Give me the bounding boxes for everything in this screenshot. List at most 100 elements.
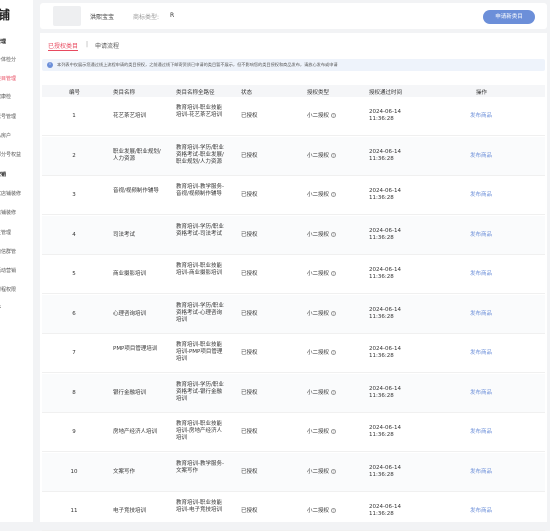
tab-application-process[interactable]: 申请流程 bbox=[95, 41, 119, 50]
table-row: 4 司法考试 教育培训-学历/职业资格考试-司法考试 已授权 小二授权? 2024-06-… bbox=[42, 215, 545, 255]
sidebar-item[interactable]: 健康检 bbox=[0, 93, 11, 100]
table-row: 5 商业摄影培训 教育培训-职业技能培训-商业摄影培训 已授权 小二授权? 2024-06… bbox=[42, 255, 545, 294]
auth-type-label: 小二授权 bbox=[307, 468, 330, 475]
cell-category-path: 教育培训-学历/职业资格考试-职业发展/职业规划/人力资源 bbox=[176, 144, 224, 165]
shop-name: 洪熙宝宝 bbox=[90, 14, 115, 21]
cell-status: 已授权 bbox=[241, 271, 258, 277]
help-icon[interactable]: ? bbox=[331, 389, 337, 395]
auth-type-label: 小二授权 bbox=[307, 310, 330, 317]
publish-product-link[interactable]: 发布商品 bbox=[470, 311, 492, 318]
cell-name: 电子竞技培训 bbox=[113, 508, 147, 514]
help-icon[interactable]: ? bbox=[331, 468, 337, 474]
cell-status: 已授权 bbox=[241, 152, 258, 159]
cell-status: 已授权 bbox=[241, 429, 258, 435]
sidebar-item[interactable]: 店铺装修 bbox=[0, 209, 16, 216]
publish-product-link[interactable]: 发布商品 bbox=[470, 153, 492, 160]
cell-id: 9 bbox=[72, 429, 76, 435]
sidebar-item[interactable]: 营销 bbox=[0, 171, 6, 178]
cell-auth-type: 小二授权? bbox=[307, 192, 337, 199]
apply-new-category-button[interactable]: 申请新类目 bbox=[483, 10, 535, 24]
sidebar-item[interactable]: 优店铺装修 bbox=[0, 190, 21, 197]
cell-auth-type: 小二授权? bbox=[307, 429, 337, 436]
cell-auth-type: 小二授权? bbox=[307, 508, 337, 515]
cell-id: 7 bbox=[72, 350, 76, 356]
cell-auth-time: 2024-06-14 11:36:28 bbox=[369, 425, 401, 438]
help-icon[interactable]: ? bbox=[331, 192, 337, 197]
cell-name: PMP项目管理培训 bbox=[113, 346, 158, 352]
auth-type-label: 小二授权 bbox=[307, 113, 330, 119]
cell-status: 已授权 bbox=[241, 508, 258, 514]
header-auth-type: 授权类型 bbox=[307, 90, 330, 96]
cell-category-path: 教育培训-教学服务-音视/视频制作辅导 bbox=[176, 184, 224, 197]
publish-product-link[interactable]: 发布商品 bbox=[470, 390, 492, 397]
sidebar-item[interactable]: 活动营销 bbox=[0, 267, 16, 274]
help-icon[interactable]: ? bbox=[331, 429, 337, 434]
cell-status: 已授权 bbox=[241, 350, 258, 356]
publish-product-link[interactable]: 发布商品 bbox=[470, 469, 492, 476]
help-icon[interactable]: ? bbox=[331, 152, 337, 158]
publish-product-link[interactable]: 发布商品 bbox=[470, 350, 492, 357]
cell-status: 已授权 bbox=[241, 231, 258, 238]
sidebar-logo: 铺 bbox=[0, 8, 11, 22]
cell-auth-time: 2024-06-14 11:36:28 bbox=[369, 464, 401, 478]
cell-id: 6 bbox=[72, 310, 76, 317]
cell-id: 10 bbox=[70, 468, 78, 475]
sidebar-item[interactable]: 私房户 bbox=[0, 132, 11, 139]
active-tab-underline bbox=[48, 50, 78, 51]
auth-type-label: 小二授权 bbox=[307, 271, 330, 277]
notice-banner: i 本列表中仅展示您通过线上流程申请的类目授权，之前通过线下邮寄资质已申请的类目… bbox=[42, 59, 545, 71]
cell-auth-type: 小二授权? bbox=[307, 389, 337, 397]
header-category-path: 类目名称全路径 bbox=[176, 90, 215, 96]
help-icon[interactable]: ? bbox=[331, 350, 337, 355]
sidebar-item[interactable]: 类目管理 bbox=[0, 75, 16, 82]
sidebar-item[interactable]: 课程权限 bbox=[0, 286, 16, 293]
sidebar-item[interactable]: 部分号权益 bbox=[0, 151, 21, 158]
help-icon[interactable]: ? bbox=[331, 508, 337, 513]
header-auth-time: 授权通过时间 bbox=[369, 90, 403, 96]
help-icon[interactable]: ? bbox=[331, 113, 337, 118]
sidebar-item[interactable]: 主管理 bbox=[0, 229, 11, 236]
cell-category-path: 教育培训-学历/职业资格考试-司法考试 bbox=[176, 223, 224, 237]
sidebar-item[interactable]: 等 bbox=[0, 304, 1, 311]
publish-product-link[interactable]: 发布商品 bbox=[470, 232, 492, 239]
cell-auth-type: 小二授权? bbox=[307, 271, 337, 278]
table-row: 6 心理咨询培训 教育培训-学历/职业资格考试-心理咨询培训 已授权 小二授权? 2024… bbox=[42, 294, 545, 334]
table-row: 7 PMP项目管理培训 教育培训-职业技能培训-PMP项目管理培训 已授权 小二授权? 2… bbox=[42, 334, 545, 373]
cell-auth-type: 小二授权? bbox=[307, 152, 337, 160]
cell-id: 5 bbox=[72, 271, 76, 277]
info-icon: i bbox=[47, 62, 53, 68]
sidebar-item[interactable]: 微信群管 bbox=[0, 248, 16, 255]
help-icon[interactable]: ? bbox=[331, 271, 337, 276]
table-row: 11 电子竞技培训 教育培训-职业技能培训-电子竞技培训 已授权 小二授权? 2024-0… bbox=[42, 492, 545, 531]
publish-product-link[interactable]: 发布商品 bbox=[470, 271, 492, 278]
sidebar-item[interactable]: 管理 bbox=[0, 38, 6, 45]
table-row: 3 音视/视频制作辅导 教育培训-教学服务-音视/视频制作辅导 已授权 小二授权? 202… bbox=[42, 176, 545, 215]
table-row: 9 房地产经济人培训 教育培训-职业技能培训-房地产经济人培训 已授权 小二授权? 202… bbox=[42, 413, 545, 452]
publish-product-link[interactable]: 发布商品 bbox=[470, 429, 492, 436]
header-name: 类目名称 bbox=[113, 90, 136, 96]
publish-product-link[interactable]: 发布商品 bbox=[470, 508, 492, 515]
cell-auth-time: 2024-06-14 11:36:28 bbox=[369, 504, 401, 517]
cell-category-path: 教育培训-教学服务-文案写作 bbox=[176, 460, 224, 474]
help-icon[interactable]: ? bbox=[331, 231, 337, 237]
tab-authorized-categories[interactable]: 已授权类目 bbox=[48, 41, 78, 50]
cell-status: 已授权 bbox=[241, 468, 258, 475]
publish-product-link[interactable]: 发布商品 bbox=[470, 192, 492, 199]
cell-name: 花艺茶艺培训 bbox=[113, 113, 147, 119]
cell-id: 3 bbox=[72, 192, 76, 198]
help-icon[interactable]: ? bbox=[331, 310, 337, 316]
cell-category-path: 教育培训-学历/职业资格考试-心理咨询培训 bbox=[176, 302, 224, 323]
cell-id: 2 bbox=[72, 152, 76, 159]
sidebar-item[interactable]: 账号管理 bbox=[0, 113, 16, 120]
cell-auth-type: 小二授权? bbox=[307, 310, 337, 318]
cell-category-path: 教育培训-职业技能培训-花艺茶艺培训 bbox=[176, 105, 222, 118]
cell-name: 房地产经济人培训 bbox=[113, 429, 158, 435]
cell-category-path: 教育培训-职业技能培训-电子竞技培训 bbox=[176, 500, 222, 513]
cell-auth-time: 2024-06-14 11:36:28 bbox=[369, 188, 401, 201]
cell-category-path: 教育培训-职业技能培训-商业摄影培训 bbox=[176, 263, 222, 276]
brand-type-value: R bbox=[170, 12, 175, 19]
cell-auth-type: 小二授权? bbox=[307, 468, 337, 476]
table-header: 编号 类目名称 类目名称全路径 状态 授权类型 授权通过时间 操作 bbox=[42, 85, 545, 97]
publish-product-link[interactable]: 发布商品 bbox=[470, 113, 492, 120]
sidebar-item[interactable]: 身体检分 bbox=[0, 56, 16, 63]
